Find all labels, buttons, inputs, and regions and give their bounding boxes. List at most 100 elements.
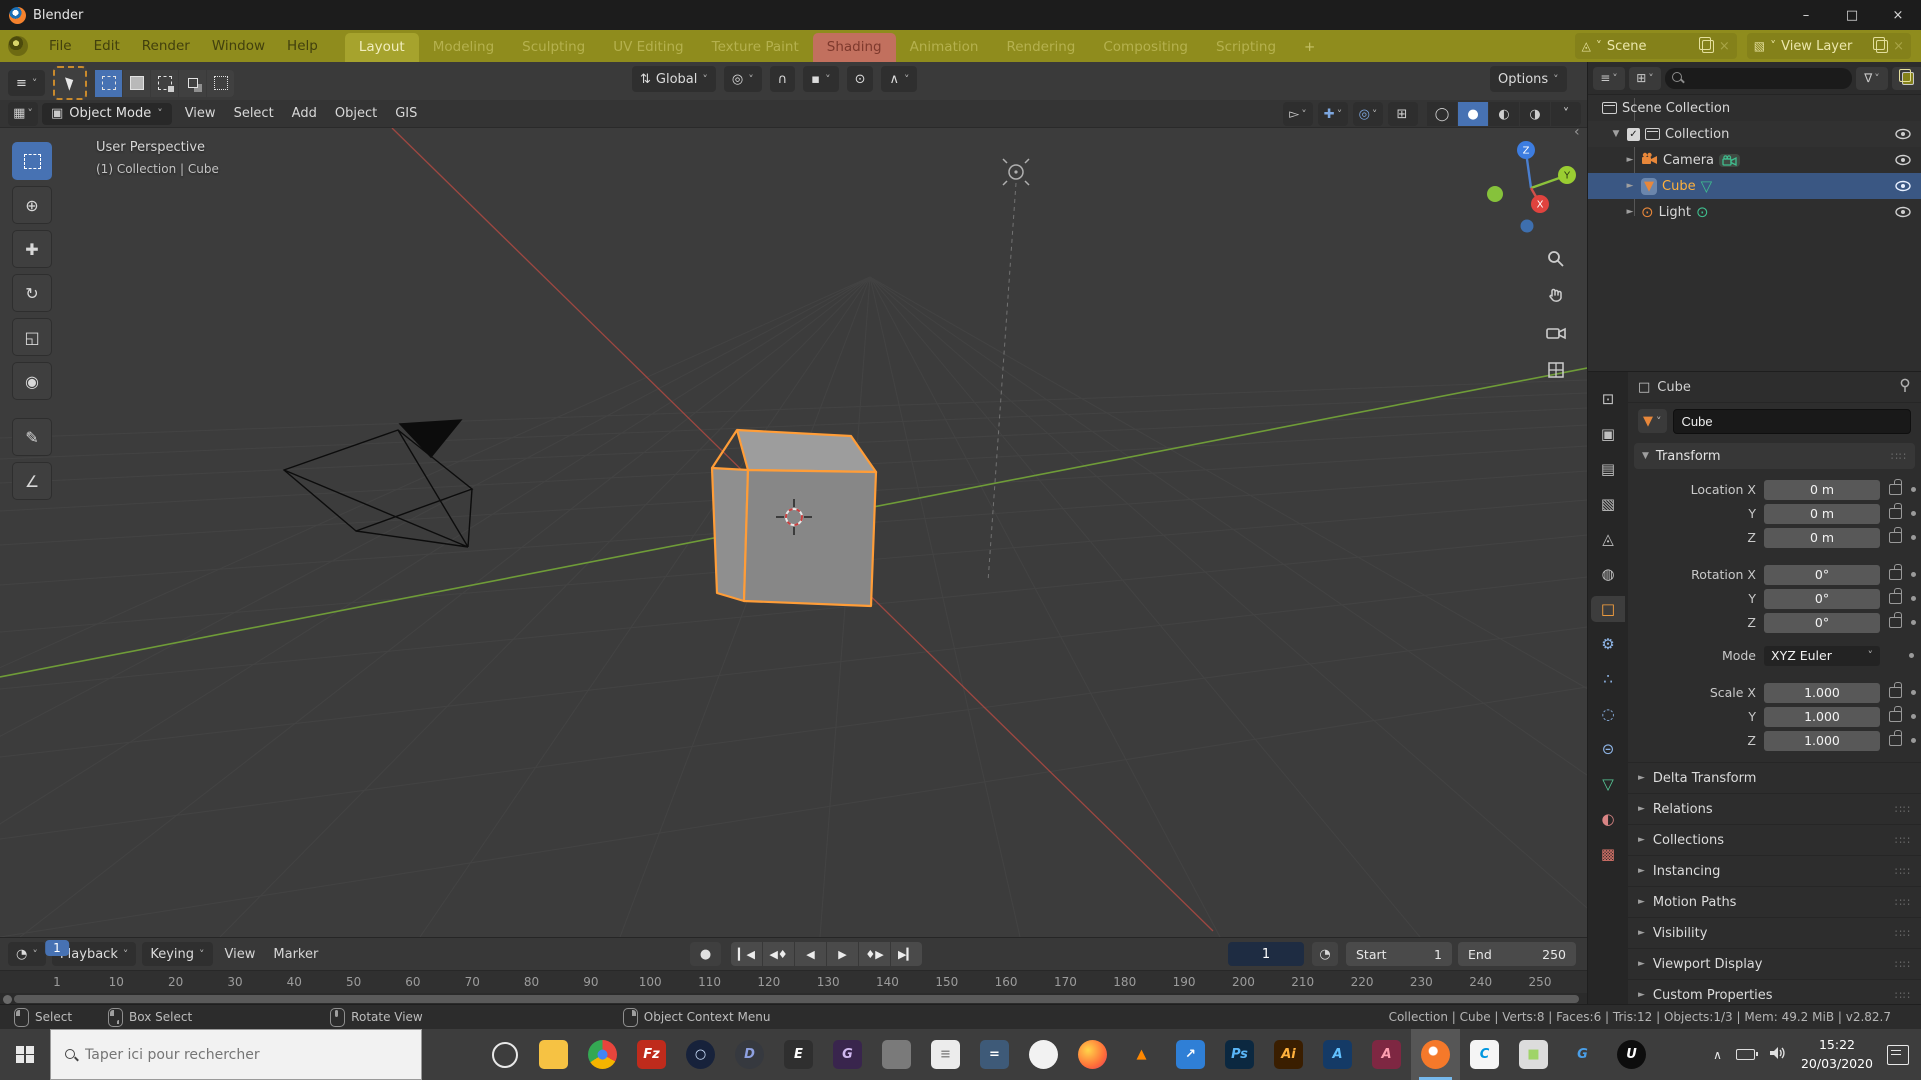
new-view-layer-icon[interactable] (1876, 40, 1888, 53)
workspace-tab[interactable]: Compositing (1089, 33, 1202, 62)
taskbar-app[interactable]: = (970, 1029, 1019, 1080)
frame-start-field[interactable]: Start 1 (1346, 942, 1452, 966)
taskbar-app[interactable] (872, 1029, 921, 1080)
properties-tab[interactable]: □ (1591, 596, 1625, 622)
remove-scene-icon[interactable]: × (1719, 39, 1730, 54)
collapsed-panel-row[interactable]: ► Relations ∷∷ (1628, 794, 1921, 825)
jump-to-start-button[interactable]: ▎◀ (731, 942, 762, 966)
properties-tab[interactable]: ▩ (1591, 841, 1625, 867)
properties-tab[interactable]: ▽ (1591, 771, 1625, 797)
collapsed-panel-row[interactable]: ► Instancing ∷∷ (1628, 856, 1921, 887)
options-dropdown[interactable]: Options˅ (1490, 66, 1567, 92)
taskbar-app[interactable] (480, 1029, 529, 1080)
taskbar-app[interactable]: D (725, 1029, 774, 1080)
taskbar-app[interactable]: ▲ (1117, 1029, 1166, 1080)
properties-tab[interactable]: ▧ (1591, 491, 1625, 517)
camera-data-badge[interactable] (1719, 154, 1740, 167)
taskbar-search[interactable] (50, 1029, 422, 1080)
unlock-icon[interactable] (1889, 484, 1902, 495)
panel-grip[interactable]: ∷∷ (1895, 989, 1911, 1002)
collapsed-panel-row[interactable]: ► Visibility ∷∷ (1628, 918, 1921, 949)
taskbar-app[interactable] (529, 1029, 578, 1080)
panel-grip[interactable]: ∷∷ (1895, 834, 1911, 847)
animate-dot[interactable] (1911, 714, 1916, 719)
animate-dot[interactable] (1911, 620, 1916, 625)
object-name-input[interactable] (1673, 409, 1912, 434)
properties-tab[interactable]: ▣ (1591, 421, 1625, 447)
transform-orientation-dropdown[interactable]: ⇅ Global ˅ (632, 66, 716, 92)
select-mode-button[interactable] (123, 70, 150, 97)
properties-tab[interactable]: ▤ (1591, 456, 1625, 482)
taskbar-app[interactable]: C (1460, 1029, 1509, 1080)
unlock-icon[interactable] (1889, 735, 1902, 746)
frame-end-field[interactable]: End 250 (1458, 942, 1576, 966)
record-button[interactable]: ● (690, 942, 721, 966)
outliner-display-mode-dropdown[interactable]: ⊞˅ (1629, 67, 1661, 90)
playhead-frame-badge[interactable]: 1 (45, 940, 69, 956)
viewport-toggle-button[interactable]: ◎˅ (1353, 102, 1383, 126)
shading-mode-button[interactable]: ◯ (1427, 102, 1457, 126)
panel-grip[interactable]: ∷∷ (1891, 450, 1907, 463)
expand-arrow-icon[interactable]: ► (1624, 155, 1636, 165)
proportional-falloff-dropdown[interactable]: ∧˅ (881, 66, 917, 92)
viewport-tool-button[interactable]: ⊕ (12, 186, 52, 224)
collection-checkbox[interactable]: ✓ (1627, 128, 1640, 141)
taskbar-app[interactable]: ● (578, 1029, 627, 1080)
taskbar-app[interactable]: G (1558, 1029, 1607, 1080)
expand-arrow-icon[interactable]: ► (1624, 181, 1636, 191)
value-field[interactable]: 1.000 (1764, 731, 1880, 751)
sidebar-collapse-arrow[interactable]: ‹ (1574, 124, 1580, 140)
navigation-gizmo[interactable]: Z Y X (1486, 140, 1582, 240)
viewport-tool-button[interactable]: ✎ (12, 418, 52, 456)
properties-tab[interactable]: ⊝ (1591, 736, 1625, 762)
expand-arrow-icon[interactable]: ▼ (1610, 129, 1622, 139)
select-mode-button[interactable] (95, 70, 122, 97)
keying-menu[interactable]: Keying˅ (142, 942, 212, 966)
timeline-view-menu[interactable]: View (219, 947, 262, 962)
collapsed-panel-row[interactable]: ► Viewport Display ∷∷ (1628, 949, 1921, 980)
properties-tab[interactable]: ∴ (1591, 666, 1625, 692)
viewport-menu-item[interactable]: View (176, 106, 225, 121)
topbar-menu-item[interactable]: Window (201, 38, 276, 54)
outliner-filter-dropdown[interactable]: ∇˅ (1856, 67, 1888, 90)
viewport-toggle-button[interactable]: ⊞ (1388, 102, 1418, 126)
view-layer-selector[interactable]: ▧ ˅ View Layer × (1747, 33, 1911, 59)
eye-icon[interactable] (1895, 206, 1911, 222)
panel-grip[interactable]: ∷∷ (1895, 896, 1911, 909)
timeline-ruler[interactable]: 1102030405060708090100110120130140150160… (0, 970, 1587, 994)
animate-dot[interactable] (1911, 487, 1916, 492)
topbar-menu-item[interactable]: Edit (83, 38, 131, 54)
remove-view-layer-icon[interactable]: × (1893, 39, 1904, 54)
workspace-tab[interactable]: Scripting (1202, 33, 1290, 62)
use-preview-range-icon[interactable]: ◔ (1312, 942, 1338, 966)
light-data-badge[interactable]: ⊙ (1696, 203, 1709, 221)
viewport-tool-button[interactable]: ↻ (12, 274, 52, 312)
outliner-row-scene-collection[interactable]: Scene Collection (1588, 95, 1921, 121)
value-field[interactable]: 0° (1764, 613, 1880, 633)
value-field[interactable]: 1.000 (1764, 707, 1880, 727)
properties-tab[interactable]: ◬ (1591, 526, 1625, 552)
3d-viewport[interactable]: ▦˅ ▣ Object Mode ˅ ViewSelectAddObjectGI… (0, 100, 1587, 937)
unlock-icon[interactable] (1889, 593, 1902, 604)
pivot-point-dropdown[interactable]: ◎˅ (724, 66, 762, 92)
eye-icon[interactable] (1895, 180, 1911, 196)
animate-dot[interactable] (1909, 653, 1914, 658)
select-mode-button[interactable] (179, 70, 206, 97)
editor-type-dropdown[interactable]: ▦˅ (8, 102, 38, 126)
viewport-tool-button[interactable]: ◱ (12, 318, 52, 356)
unlock-icon[interactable] (1889, 569, 1902, 580)
next-keyframe-button[interactable]: ♦▶ (859, 942, 890, 966)
viewport-menu-item[interactable]: Object (326, 106, 386, 121)
value-field[interactable]: 0° (1764, 565, 1880, 585)
taskbar-app[interactable]: E (774, 1029, 823, 1080)
unlock-icon[interactable] (1889, 508, 1902, 519)
taskbar-app[interactable]: ■ (1509, 1029, 1558, 1080)
select-mode-button[interactable] (151, 70, 178, 97)
taskbar-app[interactable]: U (1607, 1029, 1656, 1080)
properties-tab[interactable]: ⊡ (1591, 386, 1625, 412)
zoom-icon[interactable] (1543, 246, 1569, 272)
viewport-menu-item[interactable]: Select (225, 106, 283, 121)
blender-menu-icon[interactable] (8, 36, 28, 56)
taskbar-app[interactable] (1411, 1029, 1460, 1080)
workspace-tab[interactable]: + (1290, 33, 1329, 62)
